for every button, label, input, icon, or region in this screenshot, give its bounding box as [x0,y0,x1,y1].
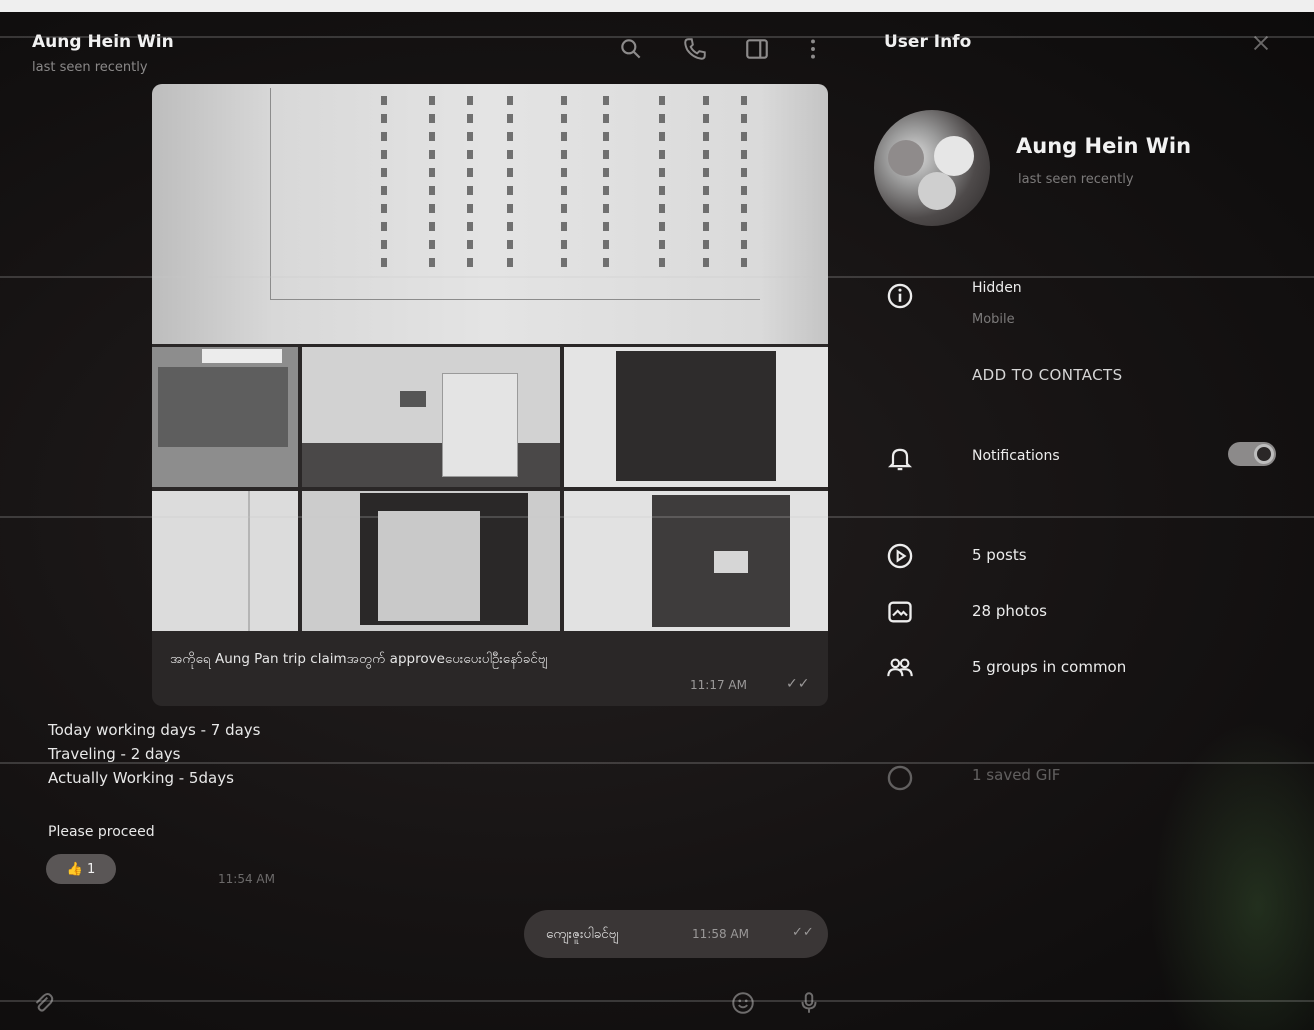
handwriting [561,96,567,276]
sidebar-icon[interactable] [744,36,770,62]
avatar-face [918,172,956,210]
search-icon[interactable] [618,36,644,62]
attach-icon[interactable] [30,990,56,1016]
scanline [0,516,1314,518]
thumbs-up-icon: 👍 [66,861,83,877]
read-checkmark-icon: ✓✓ [792,925,814,940]
phone-number[interactable]: Hidden [972,280,1022,296]
chat-header: Aung Hein Win last seen recently [6,14,854,84]
message-time: 11:58 AM [692,927,749,941]
gif-icon [886,764,914,792]
handwriting [381,96,387,276]
scanline [0,762,1314,764]
photo-content [378,511,480,621]
photo-content [248,491,250,631]
saved-gif-link[interactable]: 1 saved GIF [972,766,1060,784]
handwriting [429,96,435,276]
monitor-bezel [0,0,1314,12]
message-line: Please proceed [48,824,155,840]
notifications-toggle[interactable] [1228,442,1276,466]
photo-content [714,551,748,573]
panel-title: User Info [884,32,972,52]
avatar-face [888,140,924,176]
photo-content [302,443,560,487]
avatar[interactable] [874,110,990,226]
handwriting [467,96,473,276]
toggle-knob [1254,444,1274,464]
group-icon [886,654,914,682]
chat-status: last seen recently [32,60,148,75]
scanline [0,1000,1314,1002]
screen-glare [1150,720,1314,1030]
message-text: ကျေးဇူးပါခင်ဗျ [546,926,619,942]
photo-thumbnail[interactable] [152,347,298,487]
photo-content [202,349,282,363]
reaction-count: 1 [86,861,96,877]
info-icon [886,282,914,310]
posts-icon [886,542,914,570]
profile-status: last seen recently [1018,172,1134,187]
photo-content [158,367,288,447]
handwriting [507,96,513,276]
groups-in-common-link[interactable]: 5 groups in common [972,658,1126,676]
read-checkmark-icon: ✓✓ [786,676,810,692]
notifications-label: Notifications [972,448,1060,464]
phone-icon[interactable] [682,36,708,62]
add-to-contacts-button[interactable]: ADD TO CONTACTS [972,366,1123,384]
photos-link[interactable]: 28 photos [972,602,1047,620]
chat-pane: Aung Hein Win last seen recently အကိုရေ … [6,14,854,1026]
album-caption: အကိုရေ Aung Pan trip claimအတွက် approveပ… [170,651,548,667]
message-time: 11:17 AM [690,678,747,692]
handwriting [703,96,709,276]
photo-thumbnail[interactable] [152,491,298,631]
outgoing-message[interactable]: ကျေးဇူးပါခင်ဗျ 11:58 AM ✓✓ [524,910,828,958]
photo-album-message[interactable]: အကိုရေ Aung Pan trip claimအတွက် approveပ… [152,84,828,706]
scanline [0,36,1314,38]
photo-thumbnail[interactable] [302,491,560,631]
avatar-face [934,136,974,176]
photo-content [616,351,776,481]
microphone-icon[interactable] [796,990,822,1016]
photo-thumbnail[interactable] [564,491,828,631]
photo-content [400,391,426,407]
photo-content [442,373,518,477]
bell-icon [886,444,914,472]
phone-type: Mobile [972,312,1015,327]
photo-thumbnail[interactable] [302,347,560,487]
handwriting [659,96,665,276]
reaction-chip[interactable]: 👍 1 [46,854,116,884]
message-line: Actually Working - 5days [48,769,234,787]
photo-icon [886,598,914,626]
message-line: Traveling - 2 days [48,745,181,763]
emoji-icon[interactable] [730,990,756,1016]
posts-link[interactable]: 5 posts [972,546,1027,564]
message-line: Today working days - 7 days [48,721,261,739]
more-icon[interactable] [800,36,826,62]
handwriting [741,96,747,276]
profile-name: Aung Hein Win [1016,134,1192,158]
chat-title[interactable]: Aung Hein Win [32,32,174,52]
screen: Aung Hein Win last seen recently အကိုရေ … [0,0,1314,1030]
photo-document[interactable] [152,84,828,344]
message-time: 11:54 AM [218,872,275,886]
photo-thumbnail[interactable] [564,347,828,487]
document-sheet [270,88,760,300]
message-composer [6,980,854,1026]
scanline [0,276,1314,278]
handwriting [603,96,609,276]
